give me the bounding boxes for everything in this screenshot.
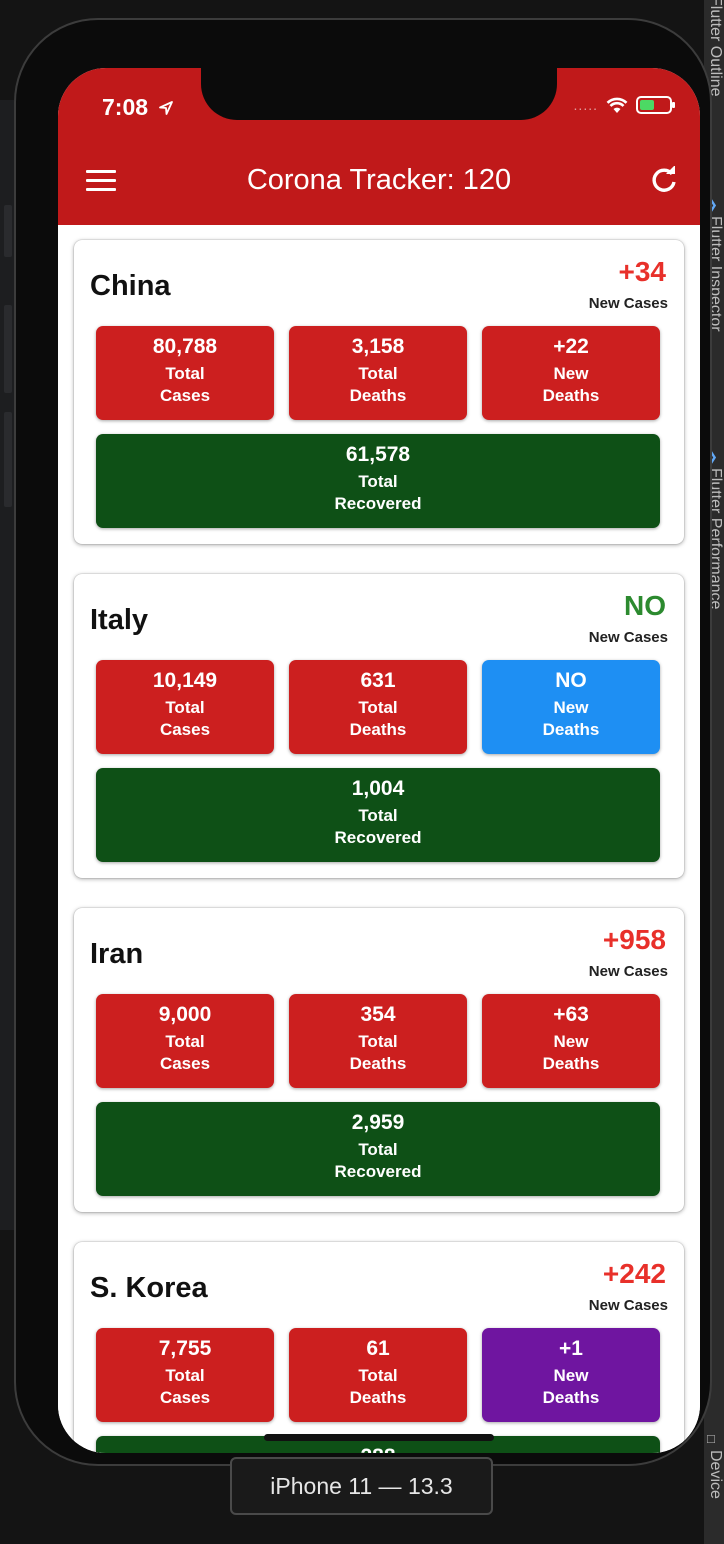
stat-label: New bbox=[553, 1366, 589, 1385]
new-deaths-box: +1 New Deaths bbox=[482, 1328, 660, 1422]
ide-toolbar-handle bbox=[4, 305, 12, 393]
total-recovered-box: 1,004 Total Recovered bbox=[96, 768, 660, 862]
ide-left-strip bbox=[0, 100, 14, 1230]
total-cases-box: 9,000 Total Cases bbox=[96, 994, 274, 1088]
total-cases-value: 10,149 bbox=[152, 669, 218, 692]
total-deaths-value: 631 bbox=[360, 669, 396, 692]
stat-label: Total bbox=[165, 1366, 205, 1385]
stat-label: Deaths bbox=[349, 720, 407, 739]
stat-label: New bbox=[553, 1032, 589, 1051]
stat-label: Deaths bbox=[542, 386, 600, 405]
country-name: China bbox=[90, 270, 171, 302]
total-cases-box: 7,755 Total Cases bbox=[96, 1328, 274, 1422]
total-deaths-box: 631 Total Deaths bbox=[289, 660, 467, 754]
iphone-frame: 7:08 ..... Corona Tracker: 120 China +34… bbox=[14, 18, 712, 1466]
stat-label: Total bbox=[165, 698, 205, 717]
stat-label: Deaths bbox=[542, 1054, 600, 1073]
stat-label: Recovered bbox=[334, 1162, 422, 1181]
new-cases-value: +34 bbox=[618, 256, 667, 287]
stat-label: Cases bbox=[159, 720, 211, 739]
device-icon: □ bbox=[707, 1431, 715, 1446]
total-deaths-box: 3,158 Total Deaths bbox=[289, 326, 467, 420]
home-indicator[interactable] bbox=[264, 1434, 494, 1441]
stat-label: Total bbox=[358, 1366, 398, 1385]
refresh-icon[interactable] bbox=[650, 166, 678, 194]
battery-charging-icon bbox=[636, 96, 675, 114]
stat-label: New bbox=[553, 698, 589, 717]
total-recovered-value: 61,578 bbox=[345, 443, 411, 466]
new-cases-label: New Cases bbox=[588, 629, 668, 646]
total-deaths-box: 354 Total Deaths bbox=[289, 994, 467, 1088]
new-cases-value: +958 bbox=[602, 924, 666, 955]
stat-label: Cases bbox=[159, 386, 211, 405]
stat-label: Total bbox=[165, 1032, 205, 1051]
ide-toolbar-handle bbox=[4, 205, 12, 257]
total-cases-value: 7,755 bbox=[158, 1337, 212, 1360]
new-deaths-value: +1 bbox=[559, 1337, 583, 1360]
wifi-icon bbox=[606, 97, 628, 113]
stat-label: Recovered bbox=[334, 828, 422, 847]
stat-label: Deaths bbox=[542, 720, 600, 739]
stat-label: Deaths bbox=[542, 1388, 600, 1407]
total-cases-value: 9,000 bbox=[158, 1003, 212, 1026]
total-recovered-value: 1,004 bbox=[351, 777, 405, 800]
new-deaths-box: +22 New Deaths bbox=[482, 326, 660, 420]
stat-label: Total bbox=[358, 1140, 398, 1159]
total-recovered-value: 288 bbox=[96, 1445, 660, 1453]
new-deaths-value: +63 bbox=[553, 1003, 589, 1026]
total-recovered-value: 2,959 bbox=[351, 1111, 405, 1134]
country-card[interactable]: S. Korea +242 New Cases 7,755 Total Cases… bbox=[74, 1242, 684, 1453]
new-deaths-box: +63 New Deaths bbox=[482, 994, 660, 1088]
status-time: 7:08 bbox=[102, 94, 174, 121]
device-label: iPhone 11 — 13.3 bbox=[230, 1457, 493, 1515]
stat-label: Deaths bbox=[349, 1054, 407, 1073]
new-deaths-value: +22 bbox=[553, 335, 589, 358]
device-tab[interactable]: Device bbox=[706, 1450, 724, 1499]
location-arrow-icon bbox=[159, 101, 174, 115]
signal-icon: ..... bbox=[573, 97, 598, 113]
total-cases-box: 10,149 Total Cases bbox=[96, 660, 274, 754]
stat-label: Deaths bbox=[349, 386, 407, 405]
total-deaths-value: 354 bbox=[360, 1003, 396, 1026]
stat-label: Total bbox=[358, 472, 398, 491]
status-icons: ..... bbox=[573, 96, 675, 114]
country-name: Iran bbox=[90, 938, 144, 970]
stat-label: Total bbox=[358, 1032, 398, 1051]
new-cases-value: +242 bbox=[602, 1258, 666, 1289]
ide-toolbar-handle bbox=[4, 412, 12, 507]
stat-label: Cases bbox=[159, 1054, 211, 1073]
total-deaths-value: 61 bbox=[366, 1337, 390, 1360]
new-cases-value: NO bbox=[624, 590, 666, 621]
new-cases-label: New Cases bbox=[588, 1297, 668, 1314]
stat-label: Total bbox=[358, 698, 398, 717]
phone-screen: 7:08 ..... Corona Tracker: 120 China +34… bbox=[58, 68, 700, 1453]
stat-label: Deaths bbox=[349, 1388, 407, 1407]
app-title: Corona Tracker: 120 bbox=[246, 164, 512, 196]
stat-label: Total bbox=[358, 806, 398, 825]
total-deaths-value: 3,158 bbox=[351, 335, 405, 358]
total-cases-box: 80,788 Total Cases bbox=[96, 326, 274, 420]
country-card[interactable]: Iran +958 New Cases 9,000 Total Cases 354… bbox=[74, 908, 684, 1212]
country-list[interactable]: China +34 New Cases 80,788 Total Cases 3,… bbox=[58, 225, 700, 1453]
stat-label: Recovered bbox=[334, 494, 422, 513]
country-card[interactable]: China +34 New Cases 80,788 Total Cases 3,… bbox=[74, 240, 684, 544]
total-recovered-box: 2,959 Total Recovered bbox=[96, 1102, 660, 1196]
stat-label: Cases bbox=[159, 1388, 211, 1407]
total-deaths-box: 61 Total Deaths bbox=[289, 1328, 467, 1422]
country-card[interactable]: Italy NO New Cases 10,149 Total Cases 631… bbox=[74, 574, 684, 878]
new-deaths-value: NO bbox=[555, 669, 587, 692]
total-cases-value: 80,788 bbox=[152, 335, 218, 358]
stat-label: Total bbox=[165, 364, 205, 383]
new-cases-label: New Cases bbox=[588, 963, 668, 980]
country-name: Italy bbox=[90, 604, 149, 636]
stat-label: New bbox=[553, 364, 589, 383]
phone-notch bbox=[201, 68, 557, 120]
stat-label: Total bbox=[358, 364, 398, 383]
new-deaths-box: NO New Deaths bbox=[482, 660, 660, 754]
new-cases-label: New Cases bbox=[588, 295, 668, 312]
total-recovered-box: 61,578 Total Recovered bbox=[96, 434, 660, 528]
country-name: S. Korea bbox=[90, 1272, 208, 1304]
